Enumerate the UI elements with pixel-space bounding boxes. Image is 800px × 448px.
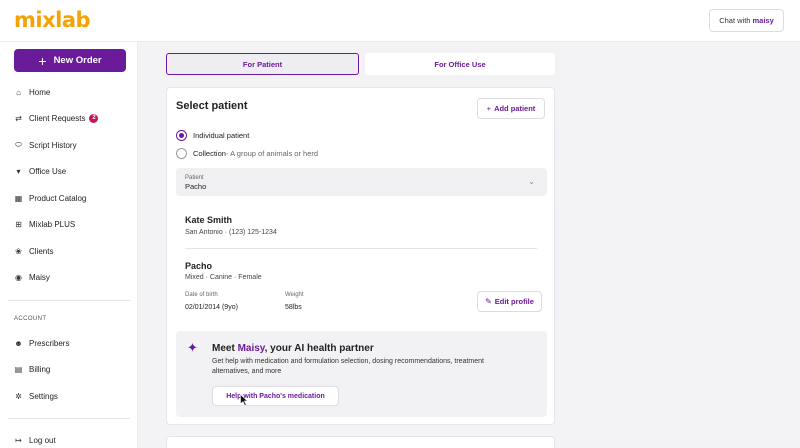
- chevron-down-icon: ⌄: [528, 177, 535, 186]
- sidebar-item-billing[interactable]: ▤ Billing: [14, 362, 51, 376]
- catalog-icon: ▦: [14, 193, 23, 203]
- sidebar: + New Order ⌂ Home ⇄ Client Requests 2 ⬭…: [0, 42, 138, 448]
- next-card: [166, 436, 555, 448]
- sidebar-item-label: Clients: [29, 246, 54, 256]
- sidebar-item-office-use[interactable]: ▾ Office Use: [14, 164, 66, 178]
- select-patient-title: Select patient: [176, 100, 248, 112]
- sidebar-divider: [8, 418, 130, 419]
- radio-label: Individual patient: [193, 131, 250, 140]
- sidebar-item-prescribers[interactable]: ☻ Prescribers: [14, 336, 69, 350]
- chat-icon: ◉: [15, 272, 22, 282]
- tab-for-office-use[interactable]: For Office Use: [365, 53, 555, 75]
- divider: [185, 248, 537, 249]
- requests-count-badge: 2: [89, 113, 99, 123]
- maisy-promo: ✦ Meet Maisy, your AI health partner Get…: [176, 331, 547, 417]
- pill-icon: ⬭: [15, 140, 22, 149]
- weight-label: Weight: [285, 292, 304, 298]
- owner-info: San Antonio · (123) 125-1234: [185, 229, 277, 236]
- sidebar-divider: [8, 300, 130, 301]
- chat-with-maisy-button[interactable]: Chat with maisy: [709, 9, 784, 32]
- pet-info: Mixed · Canine · Female: [185, 274, 262, 281]
- radio-individual-patient[interactable]: Individual patient: [176, 130, 249, 141]
- pet-name: Pacho: [185, 261, 213, 271]
- paw-icon: ❀: [15, 246, 22, 256]
- account-section-heading: ACCOUNT: [14, 316, 47, 322]
- dob-label: Date of birth: [185, 292, 218, 298]
- maisy-title: Meet Maisy, your AI health partner: [212, 343, 374, 354]
- sidebar-item-maisy[interactable]: ◉ Maisy: [14, 270, 50, 284]
- sidebar-item-label: Script History: [29, 140, 77, 150]
- select-patient-card: Select patient + Add patient Individual …: [166, 87, 555, 425]
- add-patient-label: Add patient: [494, 104, 536, 113]
- sidebar-item-label: Billing: [29, 364, 51, 374]
- plus-icon: +: [38, 52, 47, 69]
- billing-icon: ▤: [14, 364, 23, 374]
- users-icon: ☻: [14, 338, 23, 348]
- dob-value: 02/01/2014 (9yo): [185, 304, 238, 311]
- sidebar-item-label: Settings: [29, 391, 58, 401]
- radio-label: Collection: [193, 149, 226, 158]
- maisy-title-prefix: Meet: [212, 343, 238, 354]
- sidebar-item-label: Prescribers: [29, 338, 70, 348]
- sidebar-item-settings[interactable]: ✲ Settings: [14, 389, 58, 403]
- chat-button-brand: maisy: [752, 16, 774, 25]
- radio-collection[interactable]: Collection - A group of animals or herd: [176, 148, 318, 159]
- tab-for-patient[interactable]: For Patient: [166, 53, 359, 75]
- patient-select[interactable]: Patient Pacho ⌄: [176, 168, 547, 196]
- sidebar-item-label: Home: [29, 87, 51, 97]
- radio-indicator[interactable]: [176, 148, 187, 159]
- plus-icon: +: [486, 104, 492, 113]
- radio-selected-indicator[interactable]: [176, 130, 187, 141]
- help-with-medication-button[interactable]: Help with Pacho's medication: [212, 386, 339, 406]
- logout-label: Log out: [29, 435, 56, 445]
- sidebar-item-product-catalog[interactable]: ▦ Product Catalog: [14, 191, 87, 205]
- sidebar-item-label: Product Catalog: [29, 193, 87, 203]
- pencil-icon: ✎: [485, 297, 492, 306]
- logout-icon: ↦: [15, 435, 22, 445]
- maisy-description: Get help with medication and formulation…: [212, 358, 484, 376]
- weight-value: 58lbs: [285, 304, 302, 311]
- new-order-label: New Order: [53, 55, 102, 66]
- sidebar-item-home[interactable]: ⌂ Home: [14, 85, 50, 99]
- edit-profile-label: Edit profile: [494, 297, 534, 306]
- mouse-cursor-icon: [240, 394, 248, 406]
- sidebar-item-mixlab-plus[interactable]: ⊞ Mixlab PLUS: [14, 217, 75, 231]
- sidebar-item-label: Office Use: [29, 166, 67, 176]
- main-content: For Patient For Office Use Select patien…: [138, 42, 800, 448]
- sparkle-icon: ✦: [187, 340, 198, 355]
- patient-select-value: Pacho: [185, 182, 207, 191]
- logout-link[interactable]: ↦ Log out: [14, 433, 56, 447]
- sidebar-item-label: Maisy: [29, 272, 50, 282]
- maisy-title-brand: Maisy: [237, 343, 265, 354]
- radio-sublabel: - A group of animals or herd: [225, 149, 319, 158]
- sidebar-item-label: Client Requests: [29, 113, 86, 123]
- add-patient-button[interactable]: + Add patient: [477, 98, 545, 119]
- owner-name: Kate Smith: [185, 215, 233, 225]
- sidebar-item-label: Mixlab PLUS: [29, 219, 76, 229]
- patient-select-label: Patient: [185, 175, 204, 181]
- requests-icon: ⇄: [15, 113, 22, 123]
- sidebar-item-script-history[interactable]: ⬭ Script History: [14, 138, 77, 152]
- top-bar: mixlab Chat with maisy: [0, 0, 800, 42]
- sidebar-item-client-requests[interactable]: ⇄ Client Requests 2: [14, 111, 99, 125]
- maisy-title-suffix: , your AI health partner: [264, 343, 374, 354]
- chat-button-prefix: Chat with: [719, 16, 751, 25]
- basket-icon: ▾: [16, 166, 21, 176]
- plus-box-icon: ⊞: [15, 219, 22, 229]
- mixlab-logo[interactable]: mixlab: [14, 8, 91, 32]
- home-icon: ⌂: [16, 87, 21, 97]
- gear-icon: ✲: [15, 391, 22, 401]
- edit-profile-button[interactable]: ✎ Edit profile: [477, 291, 542, 312]
- new-order-button[interactable]: + New Order: [14, 49, 126, 72]
- sidebar-item-clients[interactable]: ❀ Clients: [14, 244, 53, 258]
